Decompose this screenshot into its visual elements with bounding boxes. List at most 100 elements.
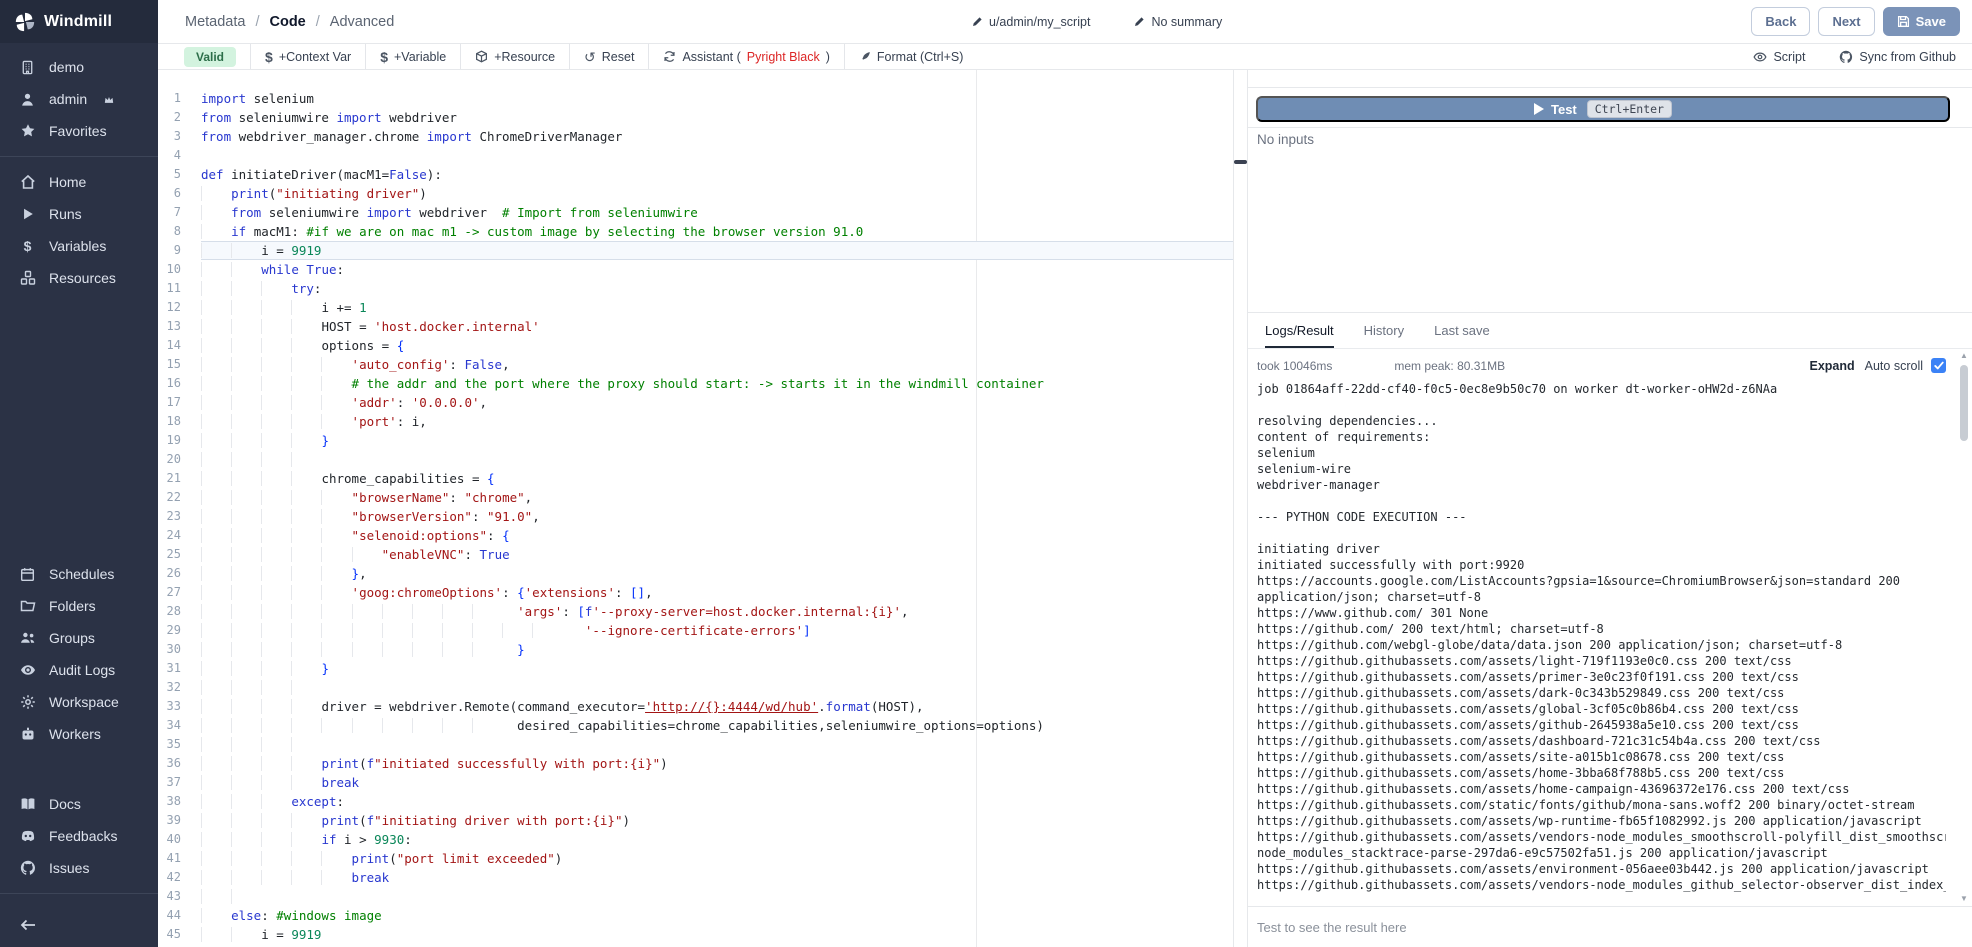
code-line[interactable]: 12 i += 1 xyxy=(158,298,1233,317)
code-line[interactable]: 17 'addr': '0.0.0.0', xyxy=(158,393,1233,412)
sidebar-item-user-admin[interactable]: admin xyxy=(0,83,158,115)
code-line[interactable]: 22 "browserName": "chrome", xyxy=(158,488,1233,507)
sidebar-item-docs[interactable]: Docs xyxy=(0,788,158,820)
line-number: 2 xyxy=(158,108,181,127)
sync-from-github-button[interactable]: Sync from Github xyxy=(1839,50,1956,64)
code-editor[interactable]: 1import selenium2from seleniumwire impor… xyxy=(158,70,1233,947)
save-button[interactable]: Save xyxy=(1883,7,1960,36)
code-line[interactable]: 30 } xyxy=(158,640,1233,659)
tab-metadata[interactable]: Metadata xyxy=(185,14,245,30)
scrollbar-thumb[interactable] xyxy=(1960,365,1968,441)
code-line[interactable]: 44 else: #windows image xyxy=(158,906,1233,925)
autoscroll-checkbox[interactable] xyxy=(1931,358,1946,373)
assistant-button[interactable]: Assistant (Pyright Black) xyxy=(663,50,829,64)
code-line[interactable]: 4 xyxy=(158,146,1233,165)
summary-edit[interactable]: No summary xyxy=(1134,15,1222,29)
code-line[interactable]: 7 from seleniumwire import webdriver # I… xyxy=(158,203,1233,222)
code-line[interactable]: 33 driver = webdriver.Remote(command_exe… xyxy=(158,697,1233,716)
add-resource-button[interactable]: +Resource xyxy=(475,50,555,64)
next-button[interactable]: Next xyxy=(1818,7,1874,36)
app-logo[interactable]: Windmill xyxy=(0,0,158,43)
code-line[interactable]: 25 "enableVNC": True xyxy=(158,545,1233,564)
sidebar-item-issues[interactable]: Issues xyxy=(0,852,158,884)
code-line[interactable]: 5def initiateDriver(macM1=False): xyxy=(158,165,1233,184)
code-line[interactable]: 2from seleniumwire import webdriver xyxy=(158,108,1233,127)
back-button[interactable]: Back xyxy=(1751,7,1810,36)
code-line[interactable]: 10 while True: xyxy=(158,260,1233,279)
reset-button[interactable]: ↺ Reset xyxy=(584,50,634,64)
code-line[interactable]: 14 options = { xyxy=(158,336,1233,355)
code-line[interactable]: 27 'goog:chromeOptions': {'extensions': … xyxy=(158,583,1233,602)
favorites-label: Favorites xyxy=(49,123,107,139)
sidebar-item-resources[interactable]: Resources xyxy=(0,262,158,294)
code-line[interactable]: 24 "selenoid:options": { xyxy=(158,526,1233,545)
add-variable-button[interactable]: $ +Variable xyxy=(380,49,446,65)
code-line[interactable]: 11 try: xyxy=(158,279,1233,298)
format-button[interactable]: Format (Ctrl+S) xyxy=(859,50,963,64)
dollar-icon: $ xyxy=(19,238,36,254)
code-line[interactable]: 26 }, xyxy=(158,564,1233,583)
toolbar-divider xyxy=(844,44,845,69)
log-output[interactable]: job 01864aff-22dd-cf40-f0c5-0ec8e9b50c70… xyxy=(1257,381,1946,906)
code-line[interactable]: 45 i = 9919 xyxy=(158,925,1233,944)
code-line[interactable]: 35 xyxy=(158,735,1233,754)
script-path-edit[interactable]: u/admin/my_script xyxy=(972,15,1090,29)
save-label: Save xyxy=(1916,14,1946,29)
code-line[interactable]: 16 # the addr and the port where the pro… xyxy=(158,374,1233,393)
sidebar-item-runs[interactable]: Runs xyxy=(0,198,158,230)
code-line[interactable]: 9 i = 9919 xyxy=(158,241,1233,260)
sidebar-collapse-button[interactable] xyxy=(0,903,158,947)
scroll-down-arrow[interactable]: ▼ xyxy=(1959,894,1969,903)
code-line[interactable]: 3from webdriver_manager.chrome import Ch… xyxy=(158,127,1233,146)
add-context-var-button[interactable]: $ +Context Var xyxy=(265,49,351,65)
code-line[interactable]: 15 'auto_config': False, xyxy=(158,355,1233,374)
code-line[interactable]: 36 print(f"initiated successfully with p… xyxy=(158,754,1233,773)
code-line[interactable]: 37 break xyxy=(158,773,1233,792)
sidebar-item-groups[interactable]: Groups xyxy=(0,622,158,654)
pane-splitter[interactable] xyxy=(1233,70,1247,947)
sidebar-item-variables[interactable]: $ Variables xyxy=(0,230,158,262)
line-number: 44 xyxy=(158,906,181,925)
tab-history[interactable]: History xyxy=(1364,323,1404,348)
code-line[interactable]: 41 print("port limit exceeded") xyxy=(158,849,1233,868)
sidebar-item-folders[interactable]: Folders xyxy=(0,590,158,622)
code-line[interactable]: 8 if macM1: #if we are on mac m1 -> cust… xyxy=(158,222,1233,241)
expand-button[interactable]: Expand xyxy=(1809,359,1854,373)
test-button[interactable]: Test Ctrl+Enter xyxy=(1256,96,1950,122)
tab-code[interactable]: Code xyxy=(270,14,306,30)
sidebar-item-workspace-settings[interactable]: Workspace xyxy=(0,686,158,718)
code-line[interactable]: 32 xyxy=(158,678,1233,697)
code-line[interactable]: 28 'args': [f'--proxy-server=host.docker… xyxy=(158,602,1233,621)
code-line[interactable]: 39 print(f"initiating driver with port:{… xyxy=(158,811,1233,830)
code-line[interactable]: 40 if i > 9930: xyxy=(158,830,1233,849)
script-preview-button[interactable]: Script xyxy=(1753,50,1805,64)
code-line[interactable]: 29 '--ignore-certificate-errors'] xyxy=(158,621,1233,640)
sidebar-item-schedules[interactable]: Schedules xyxy=(0,558,158,590)
code-line[interactable]: 23 "browserVersion": "91.0", xyxy=(158,507,1233,526)
assistant-label: Assistant ( xyxy=(682,50,740,64)
splitter-drag-handle[interactable] xyxy=(1234,160,1247,164)
code-line[interactable]: 13 HOST = 'host.docker.internal' xyxy=(158,317,1233,336)
sidebar-item-workers[interactable]: Workers xyxy=(0,718,158,750)
code-line[interactable]: 21 chrome_capabilities = { xyxy=(158,469,1233,488)
code-line[interactable]: 31 } xyxy=(158,659,1233,678)
home-icon xyxy=(19,174,36,190)
tab-last-save[interactable]: Last save xyxy=(1434,323,1490,348)
code-line[interactable]: 43 xyxy=(158,887,1233,906)
sidebar-item-home[interactable]: Home xyxy=(0,166,158,198)
code-line[interactable]: 19 } xyxy=(158,431,1233,450)
sidebar-item-audit-logs[interactable]: Audit Logs xyxy=(0,654,158,686)
sidebar-item-feedbacks[interactable]: Feedbacks xyxy=(0,820,158,852)
tab-logs-result[interactable]: Logs/Result xyxy=(1265,323,1334,348)
code-line[interactable]: 38 except: xyxy=(158,792,1233,811)
code-line[interactable]: 1import selenium xyxy=(158,89,1233,108)
code-line[interactable]: 20 xyxy=(158,450,1233,469)
code-line[interactable]: 18 'port': i, xyxy=(158,412,1233,431)
code-line[interactable]: 34 desired_capabilities=chrome_capabilit… xyxy=(158,716,1233,735)
sidebar-item-workspace-demo[interactable]: demo xyxy=(0,51,158,83)
code-line[interactable]: 42 break xyxy=(158,868,1233,887)
sidebar-item-favorites[interactable]: Favorites xyxy=(0,115,158,147)
code-line[interactable]: 6 print("initiating driver") xyxy=(158,184,1233,203)
tab-advanced[interactable]: Advanced xyxy=(330,14,395,30)
scroll-up-arrow[interactable]: ▲ xyxy=(1959,351,1969,360)
